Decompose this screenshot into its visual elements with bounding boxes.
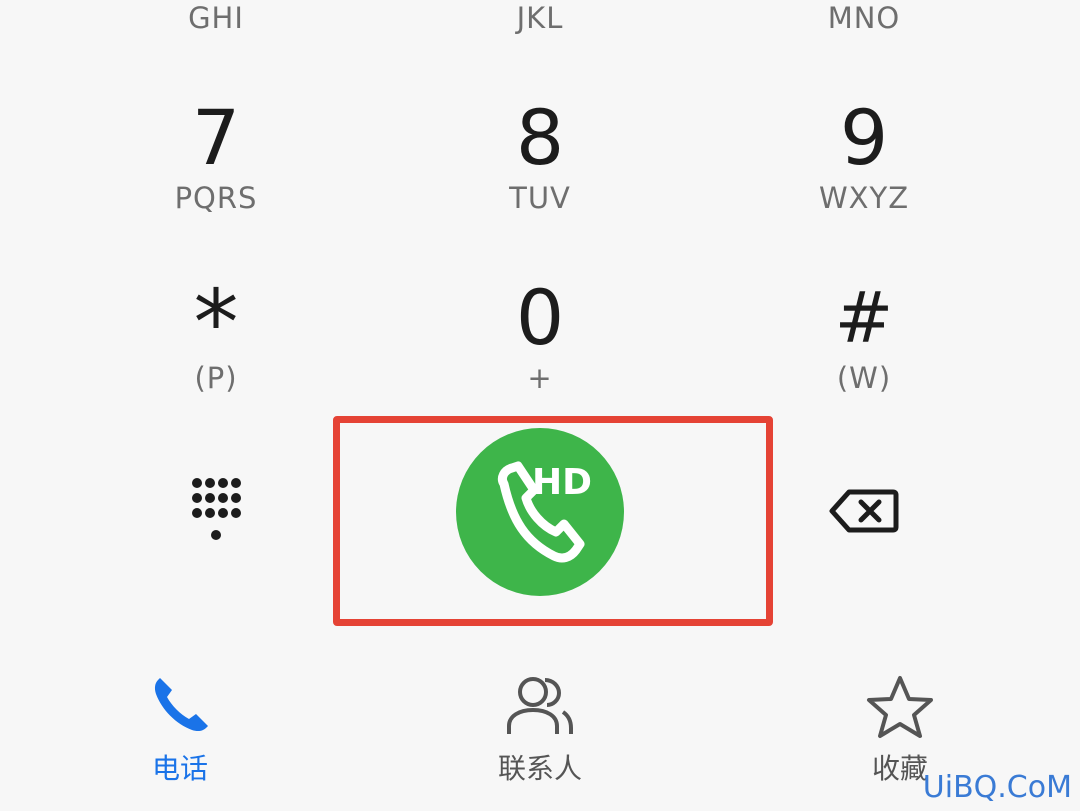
hd-label: HD	[532, 462, 593, 503]
hd-call-button[interactable]	[456, 428, 624, 596]
backspace-icon	[829, 489, 899, 533]
key-digit: 0	[515, 273, 565, 362]
key-digit: 8	[515, 93, 565, 182]
key-5-letters: JKL	[516, 1, 564, 35]
watermark-text: UiBQ.CoM	[922, 770, 1072, 805]
phone-icon	[154, 678, 208, 732]
key-digit: *	[193, 271, 239, 376]
dial-key-9[interactable]: 9 WXYZ	[714, 100, 1014, 260]
key-4-letters: GHI	[188, 1, 244, 35]
key-letters: +	[527, 361, 553, 395]
nav-label: 电话	[151, 752, 208, 785]
key-letters: (W)	[836, 361, 892, 395]
key-6-letters: MNO	[827, 1, 901, 35]
key-digit: 7	[191, 93, 241, 182]
key-digit: 9	[839, 93, 889, 182]
phone-handset-icon	[497, 461, 585, 563]
nav-tab-contacts[interactable]: 联系人	[440, 668, 640, 798]
key-letters: TUV	[509, 181, 571, 215]
key-letters: PQRS	[174, 181, 258, 215]
star-icon	[867, 676, 933, 738]
key-letters: (P)	[194, 361, 238, 395]
dial-key-star[interactable]: * (P)	[66, 271, 366, 440]
keypad-toggle-button[interactable]	[176, 470, 256, 550]
nav-tab-phone[interactable]: 电话	[80, 668, 280, 798]
dial-key-7[interactable]: 7 PQRS	[66, 100, 366, 260]
dial-key-8[interactable]: 8 TUV	[390, 100, 690, 260]
nav-label: 联系人	[497, 752, 582, 785]
key-letters: WXYZ	[818, 181, 910, 215]
contacts-icon	[507, 677, 573, 734]
dialer-screen: GHI JKL MNO 7 PQRS 8 TUV 9 WXYZ * (P) 0 …	[0, 0, 1080, 811]
key-digit: #	[834, 277, 894, 359]
dialpad-grid-icon	[192, 478, 241, 540]
backspace-button[interactable]	[822, 478, 906, 544]
